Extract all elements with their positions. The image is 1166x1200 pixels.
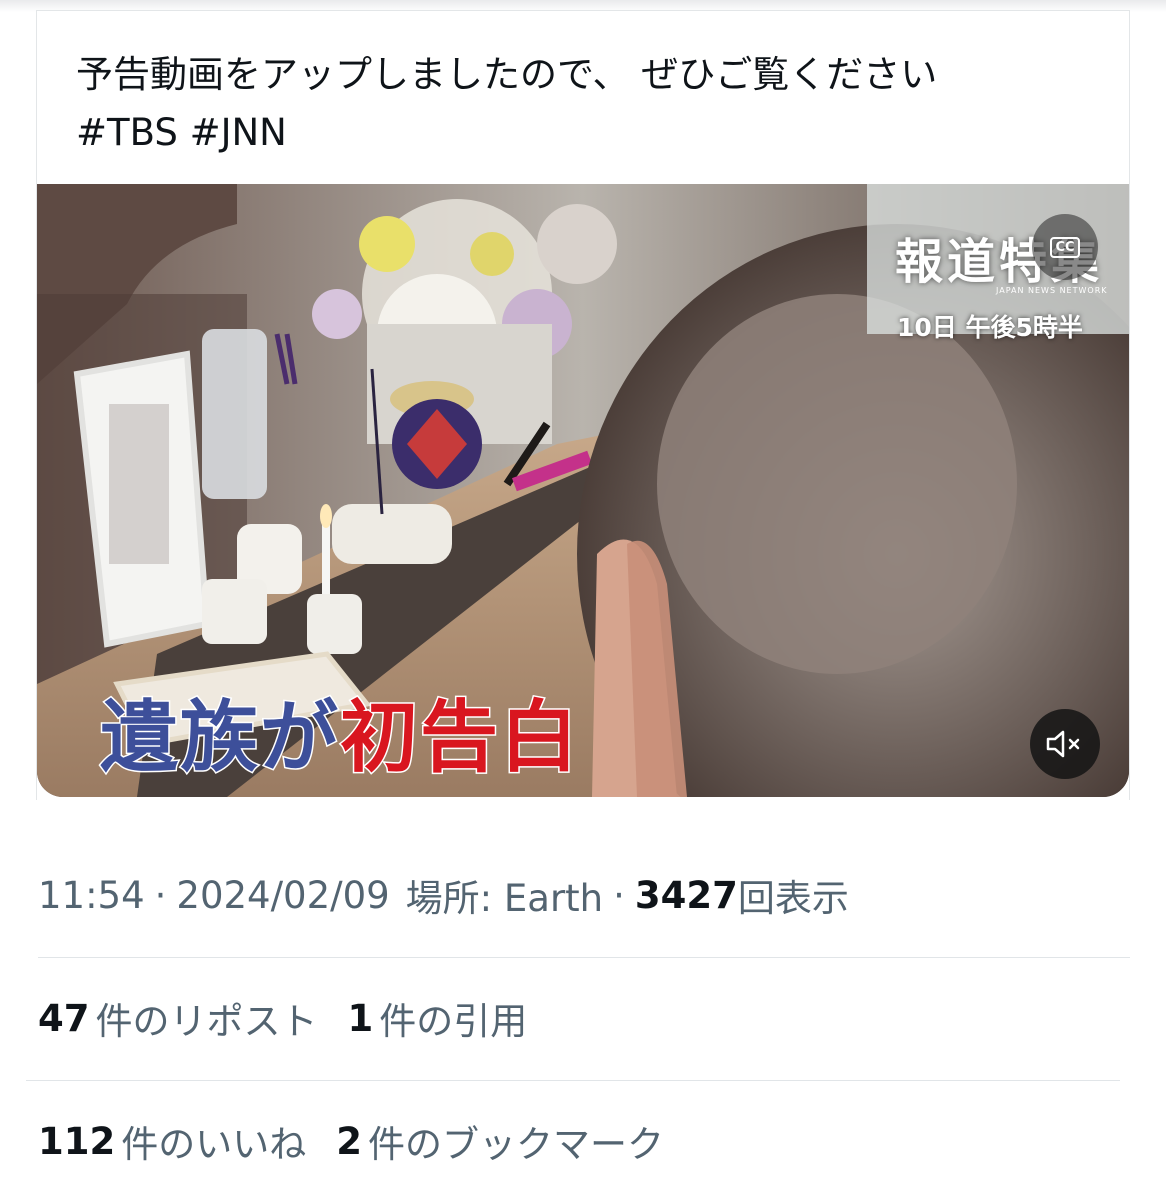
divider-top [38,957,1130,958]
unmute-button[interactable] [1030,709,1100,779]
repost-quote-row: 47 件のリポスト 1 件の引用 [38,991,527,1045]
cc-icon: CC [1050,236,1080,258]
mute-icon [1046,730,1080,758]
program-network: JAPAN NEWS NETWORK [996,286,1108,295]
video-caption: 遺族が初告白 [98,690,581,786]
bookmarks-label[interactable]: 件のブックマーク [368,1114,664,1168]
views-count: 3427 [634,873,738,917]
caption-part-blue: 遺族が [98,692,341,785]
program-airtime: 10日 午後5時半 [897,313,1083,342]
reposts-label[interactable]: 件のリポスト [96,991,318,1045]
bookmarks-count[interactable]: 2 [336,1120,362,1163]
tweet-location[interactable]: 場所: Earth [406,868,603,922]
tweet-meta: 11:54 · 2024/02/09 場所: Earth · 3427 回表示 [38,868,849,922]
quotes-count[interactable]: 1 [348,997,374,1040]
likes-label[interactable]: 件のいいね [121,1114,306,1168]
reposts-count[interactable]: 47 [38,997,90,1040]
like-bookmark-row: 112 件のいいね 2 件のブックマーク [38,1114,664,1168]
tweet-date[interactable]: 2024/02/09 [176,874,389,917]
meta-separator: · [154,873,167,917]
quotes-label[interactable]: 件の引用 [379,991,527,1045]
likes-count[interactable]: 112 [38,1120,115,1163]
caption-part-red: 初告白 [339,692,581,785]
divider-middle [26,1080,1120,1081]
views-label: 回表示 [737,877,849,920]
tweet-time[interactable]: 11:54 [38,874,145,917]
quoted-tweet-text: 予告動画をアップしましたので、 ぜひご覧ください #TBS #JNN [76,53,938,154]
closed-captions-button[interactable]: CC [1032,214,1098,280]
meta-separator-2: · [613,873,625,917]
